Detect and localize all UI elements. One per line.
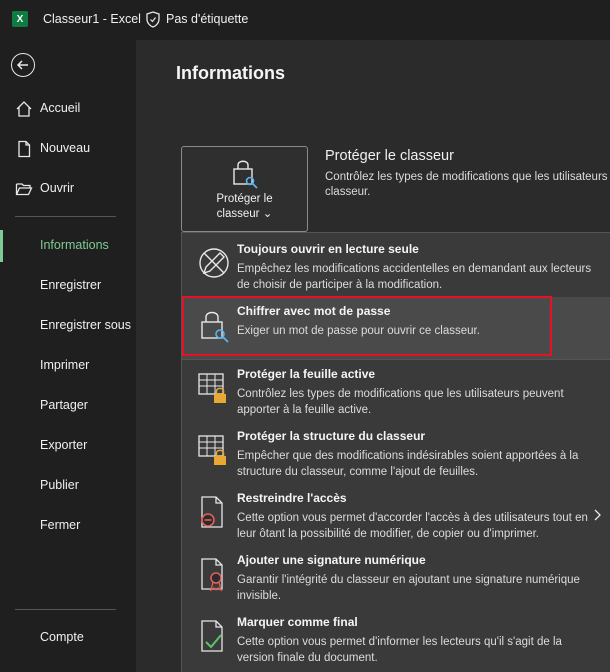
section-title: Protéger le classeur (325, 148, 454, 164)
sidebar-item-label: Ouvrir (40, 181, 75, 195)
highlight-rectangle (182, 296, 552, 356)
sidebar-item-ouvrir[interactable]: Ouvrir (0, 173, 136, 205)
menu-item-title: Toujours ouvrir en lecture seule (237, 242, 419, 256)
menu-item-description: Garantir l'intégrité du classeur en ajou… (237, 574, 580, 602)
signature-ribbon-icon (201, 558, 223, 592)
menu-item-title: Ajouter une signature numérique (237, 553, 426, 567)
sidebar-item-imprimer[interactable]: Imprimer (0, 350, 136, 382)
sidebar-item-label: Informations (40, 238, 109, 252)
sidebar-item-label: Partager (40, 398, 88, 412)
menu-item-description: Contrôlez les types de modifications que… (237, 388, 564, 416)
sidebar-item-compte[interactable]: Compte (0, 622, 136, 654)
sidebar-item-publier[interactable]: Publier (0, 470, 136, 502)
sidebar-item-informations[interactable]: Informations (0, 230, 136, 262)
menu-item-protect-structure[interactable]: Protéger la structure du classeur Empêch… (182, 422, 610, 484)
page-title: Informations (176, 63, 286, 83)
menu-item-title: Restreindre l'accès (237, 491, 347, 505)
sidebar-item-accueil[interactable]: Accueil (0, 93, 136, 125)
lock-key-icon (233, 160, 258, 189)
window-title: Classeur1 - Excel (43, 12, 141, 26)
sidebar-item-label: Compte (40, 630, 84, 644)
sidebar-item-fermer[interactable]: Fermer (0, 510, 136, 542)
protect-label-line1: Protéger le (216, 193, 273, 205)
sidebar-item-label: Accueil (40, 101, 81, 115)
home-icon (16, 101, 32, 117)
back-button[interactable] (11, 53, 35, 77)
sidebar-item-label: Publier (40, 478, 79, 492)
menu-item-read-only[interactable]: Toujours ouvrir en lecture seule Empêche… (182, 235, 610, 297)
sidebar-item-enregistrer-sous[interactable]: Enregistrer sous (0, 310, 136, 342)
restrict-access-icon (201, 496, 223, 528)
new-document-icon (18, 140, 31, 158)
sidebar-item-label: Nouveau (40, 141, 91, 155)
sensitivity-label[interactable]: Pas d'étiquette (166, 12, 248, 26)
menu-item-description: Empêcher que des modifications indésirab… (237, 450, 579, 478)
sidebar-item-label: Enregistrer sous (40, 318, 132, 332)
shield-icon[interactable] (145, 11, 161, 28)
protect-workbook-menu: Toujours ouvrir en lecture seule Empêche… (181, 232, 610, 672)
menu-item-protect-sheet[interactable]: Protéger la feuille active Contrôlez les… (182, 360, 610, 422)
menu-item-restrict-access[interactable]: Restreindre l'accès Cette option vous pe… (182, 484, 610, 546)
arrow-left-icon (16, 60, 28, 70)
menu-item-description: Cette option vous permet d'accorder l'ac… (237, 512, 588, 540)
sheet-lock-icon (198, 373, 226, 403)
protect-label-line2: classeur ⌄ (216, 208, 273, 220)
menu-item-description: Cette option vous permet d'informer les … (237, 636, 562, 664)
sidebar-item-label: Fermer (40, 518, 81, 532)
backstage-sidebar: Accueil Nouveau Ouvrir Informations Enre… (0, 40, 136, 672)
sidebar-item-label: Enregistrer (40, 278, 102, 292)
menu-item-description: Empêchez les modifications accidentelles… (237, 263, 592, 291)
menu-item-title: Protéger la structure du classeur (237, 429, 426, 443)
section-description: Contrôlez les types de modifications que… (325, 171, 608, 198)
sidebar-divider (15, 609, 116, 610)
sidebar-item-partager[interactable]: Partager (0, 390, 136, 422)
menu-item-digital-signature[interactable]: Ajouter une signature numérique Garantir… (182, 546, 610, 608)
sidebar-divider (15, 216, 116, 217)
menu-item-title: Protéger la feuille active (237, 367, 376, 381)
pencil-no-icon (199, 248, 229, 278)
chevron-right-icon (594, 509, 601, 521)
sidebar-item-label: Exporter (40, 438, 88, 452)
sidebar-item-nouveau[interactable]: Nouveau (0, 133, 136, 165)
sidebar-item-exporter[interactable]: Exporter (0, 430, 136, 462)
menu-item-title: Marquer comme final (237, 615, 358, 629)
menu-item-mark-final[interactable]: Marquer comme final Cette option vous pe… (182, 608, 610, 670)
workbook-lock-icon (198, 435, 226, 465)
folder-open-icon (15, 183, 33, 196)
protect-workbook-button[interactable]: Protéger le classeur ⌄ (181, 146, 308, 232)
final-check-icon (201, 620, 223, 652)
title-bar: X Classeur1 - Excel Pas d'étiquette (0, 0, 610, 40)
sidebar-item-enregistrer[interactable]: Enregistrer (0, 270, 136, 302)
protect-workbook-label: Protéger le classeur ⌄ (182, 192, 307, 222)
sidebar-item-label: Imprimer (40, 358, 90, 372)
excel-icon: X (12, 11, 28, 27)
